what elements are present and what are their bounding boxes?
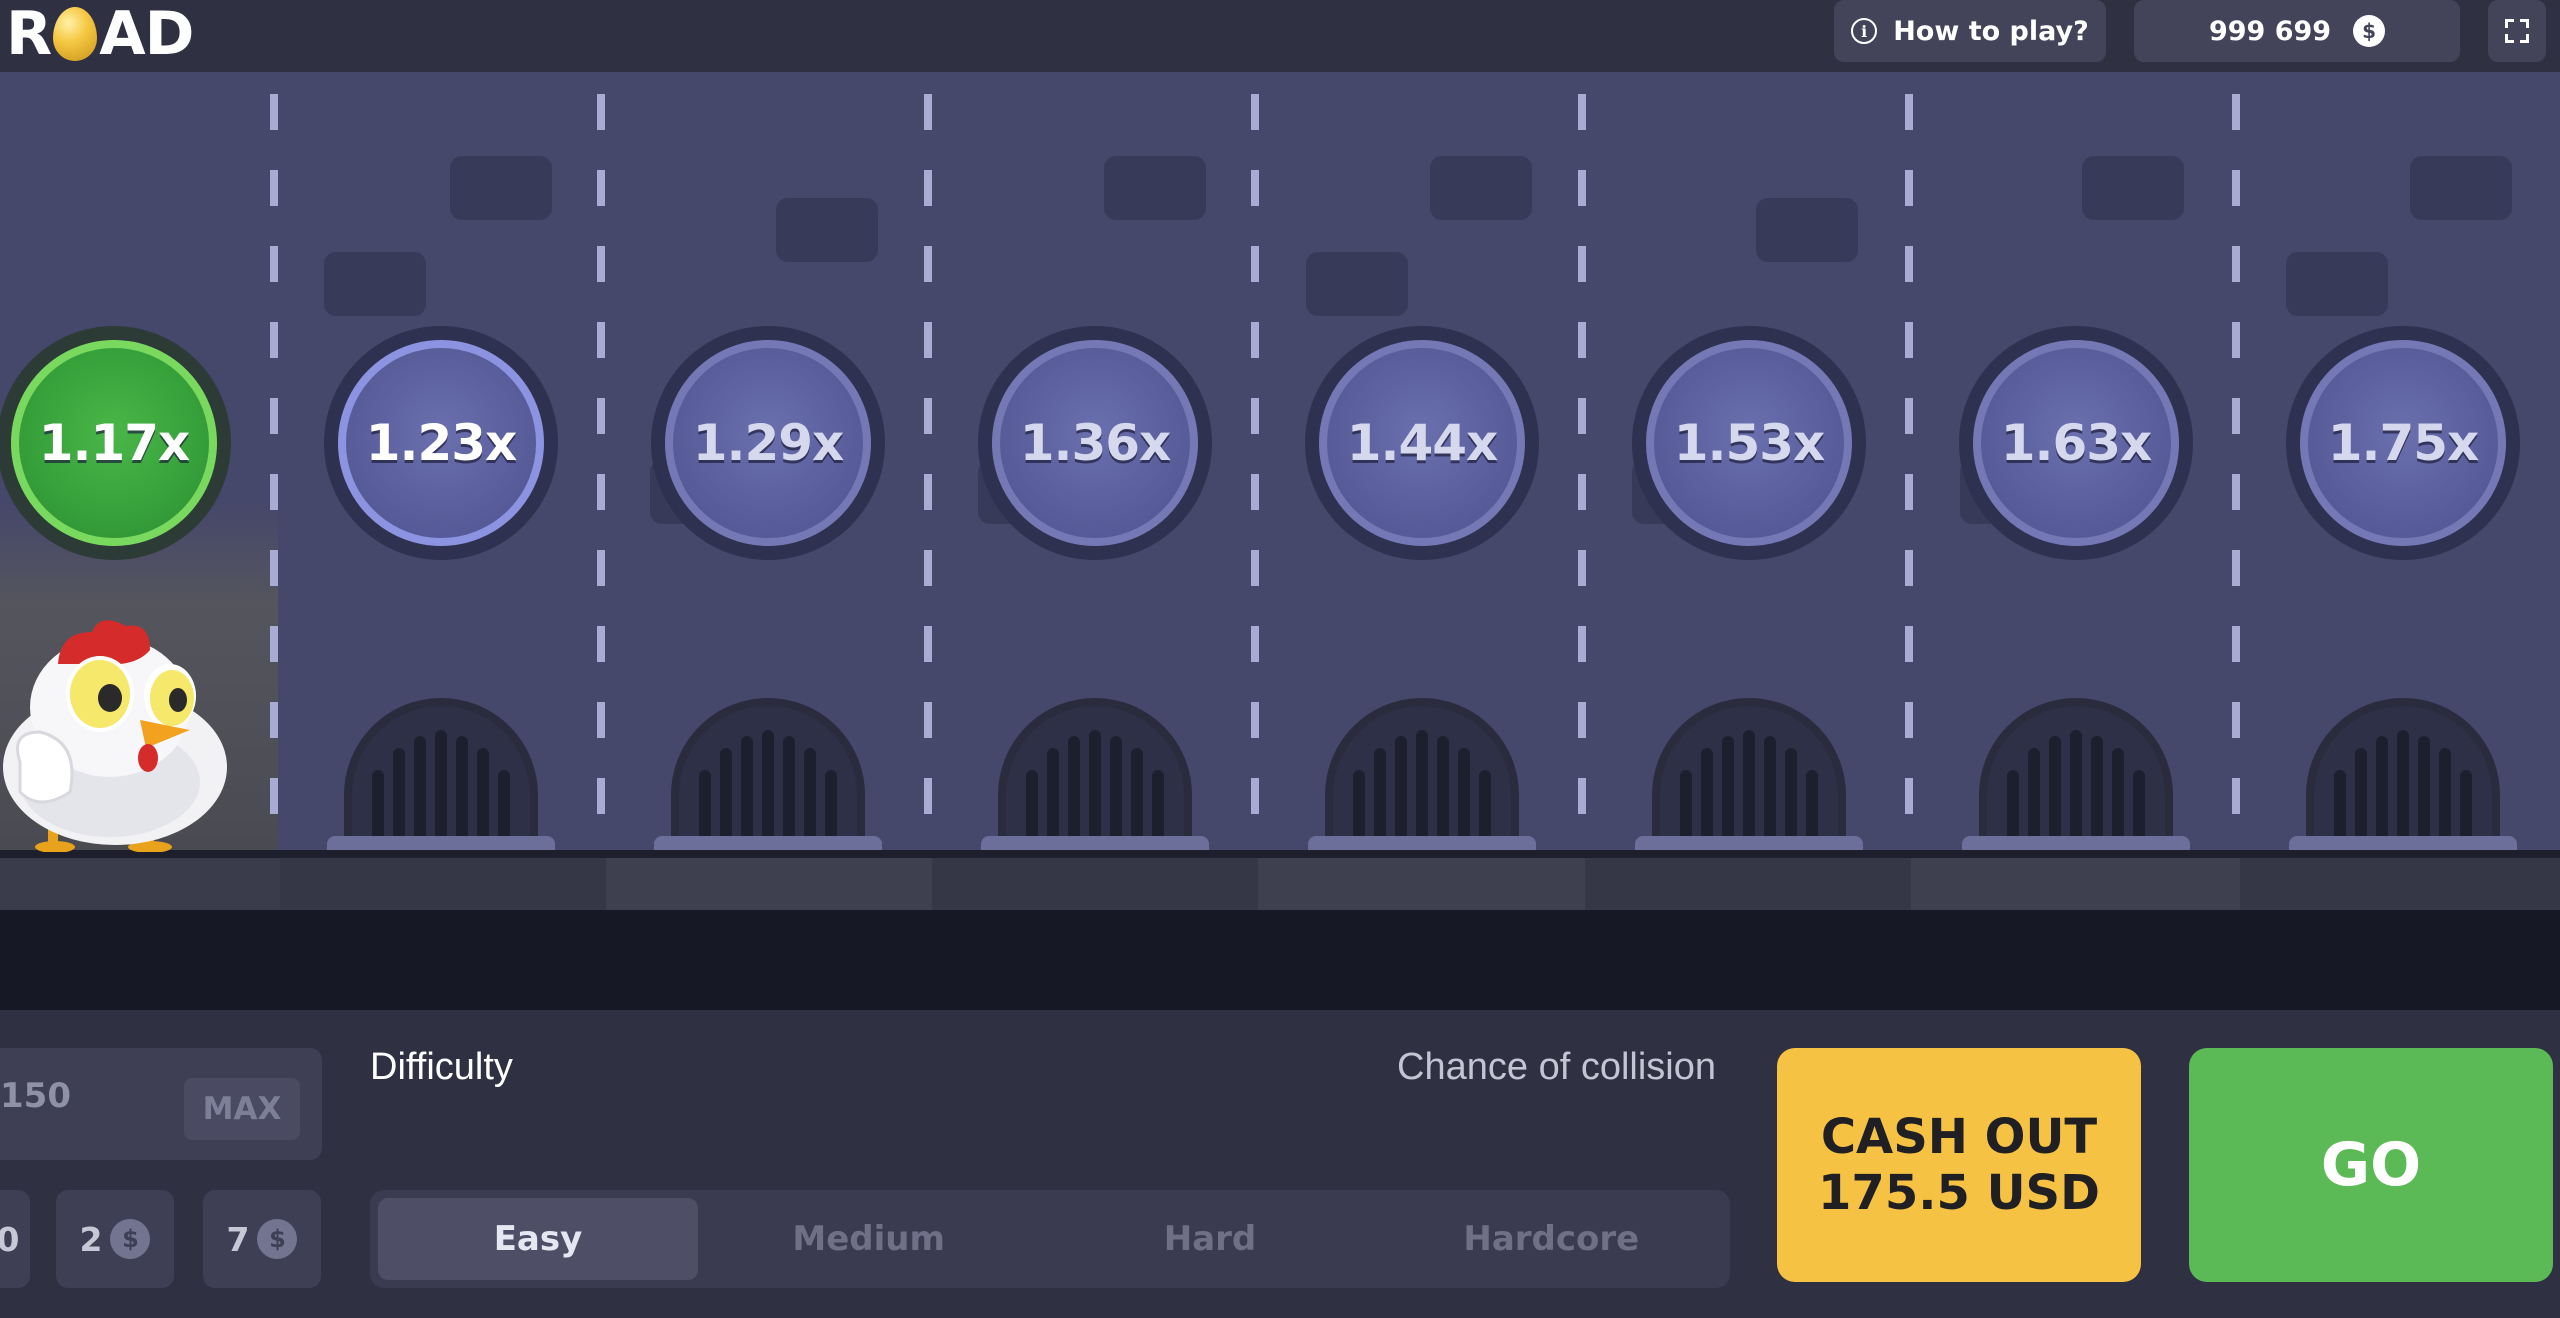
- multiplier-value: 1.44x: [1346, 414, 1499, 472]
- dollar-icon: $: [110, 1219, 151, 1259]
- golden-egg-icon: [53, 7, 98, 61]
- difficulty-label: Difficulty: [370, 1046, 513, 1088]
- multiplier-coin-face: 1.44x: [1319, 340, 1525, 546]
- multiplier-coin: 1.63x: [1959, 326, 2193, 560]
- wall-brick: [1306, 252, 1408, 316]
- sewer-grate-icon: [2306, 698, 2500, 848]
- chip-value: 7: [226, 1219, 250, 1259]
- wall-brick: [776, 198, 878, 262]
- road-curb: [0, 850, 2560, 858]
- wall-brick: [1756, 198, 1858, 262]
- sewer-grate-icon: [1652, 698, 1846, 848]
- balance-value: 999 699: [2208, 15, 2332, 47]
- sewer-base: [327, 836, 555, 850]
- sewer-base: [1962, 836, 2190, 850]
- multiplier-coin-face: 1.17x: [11, 340, 217, 546]
- multiplier-coin: 1.44x: [1305, 326, 1539, 560]
- sidewalk: [0, 858, 2560, 910]
- chip-value: 2: [79, 1219, 103, 1259]
- multiplier-value: 1.53x: [1673, 414, 1826, 472]
- logo-letters-ad: AD: [99, 0, 194, 69]
- wall-brick: [2082, 156, 2184, 220]
- chicken-character: [0, 592, 240, 853]
- sewer-base: [1308, 836, 1536, 850]
- go-button[interactable]: GO: [2189, 1048, 2553, 1282]
- sewer-base: [1635, 836, 1863, 850]
- multiplier-coin-face: 1.53x: [1646, 340, 1852, 546]
- logo-letter-r: R: [6, 0, 52, 69]
- sewer-grate-icon: [998, 698, 1192, 848]
- cash-out-label: CASH OUT: [1820, 1109, 2098, 1165]
- multiplier-value: 1.29x: [692, 414, 845, 472]
- chip-bet-7[interactable]: 7 $: [203, 1190, 321, 1288]
- sewer-grate-icon: [671, 698, 865, 848]
- wall-brick: [450, 156, 552, 220]
- lane-divider: [270, 94, 278, 854]
- lane-divider: [2232, 94, 2240, 854]
- multiplier-coin-face: 1.75x: [2300, 340, 2506, 546]
- wall-brick: [324, 252, 426, 316]
- wall-brick: [1104, 156, 1206, 220]
- how-to-play-button[interactable]: i How to play?: [1834, 0, 2106, 62]
- game-board: 1.17x 1.23x 1.29x 1.36x 1.44x 1.53x 1.63x 1.75x: [0, 72, 2560, 1010]
- wall-brick: [2286, 252, 2388, 316]
- sewer-base: [654, 836, 882, 850]
- multiplier-coin-face: 1.36x: [992, 340, 1198, 546]
- sewer-grate-icon: [1979, 698, 2173, 848]
- control-panel: 150 MAX 0 2 $ 7 $ Difficulty Chance of c…: [0, 1010, 2560, 1318]
- multiplier-coin: 1.75x: [2286, 326, 2520, 560]
- difficulty-hard[interactable]: Hard: [1039, 1198, 1380, 1280]
- multiplier-coin: 1.29x: [651, 326, 885, 560]
- multiplier-value: 1.63x: [2000, 414, 2153, 472]
- multiplier-value: 1.23x: [365, 414, 518, 472]
- cash-out-amount: 175.5 USD: [1818, 1165, 2100, 1221]
- multiplier-value: 1.75x: [2327, 414, 2480, 472]
- multiplier-coin-face: 1.63x: [1973, 340, 2179, 546]
- lane-divider: [924, 94, 932, 854]
- collision-chance-label: Chance of collision: [1397, 1046, 1716, 1088]
- bet-amount-field[interactable]: 150 MAX: [0, 1048, 322, 1160]
- chip-bet-0[interactable]: 0: [0, 1190, 30, 1288]
- max-bet-button[interactable]: MAX: [184, 1078, 300, 1140]
- multiplier-value: 1.17x: [38, 414, 191, 472]
- lane-divider: [597, 94, 605, 854]
- balance-display: 999 699 $: [2134, 0, 2460, 62]
- lane-divider: [1578, 94, 1586, 854]
- difficulty-easy[interactable]: Easy: [378, 1198, 698, 1280]
- chip-bet-2[interactable]: 2 $: [56, 1190, 174, 1288]
- dollar-icon: $: [257, 1219, 298, 1259]
- multiplier-coin-face: 1.29x: [665, 340, 871, 546]
- wall-brick: [2410, 156, 2512, 220]
- sewer-grate-icon: [344, 698, 538, 848]
- difficulty-hardcore[interactable]: Hardcore: [1381, 1198, 1722, 1280]
- sewer-base: [981, 836, 1209, 850]
- wall-brick: [1430, 156, 1532, 220]
- lane-divider: [1251, 94, 1259, 854]
- multiplier-coin: 1.36x: [978, 326, 1212, 560]
- multiplier-coin-face: 1.23x: [338, 340, 544, 546]
- multiplier-coin: 1.53x: [1632, 326, 1866, 560]
- difficulty-selector: Easy Medium Hard Hardcore: [370, 1190, 1730, 1288]
- how-to-play-label: How to play?: [1893, 15, 2089, 47]
- sewer-base: [2289, 836, 2517, 850]
- road-surface: [0, 910, 2560, 1010]
- fullscreen-icon: [2505, 19, 2529, 43]
- game-logo: R AD: [6, 0, 194, 69]
- multiplier-value: 1.36x: [1019, 414, 1172, 472]
- difficulty-medium[interactable]: Medium: [698, 1198, 1039, 1280]
- chip-value: 0: [0, 1219, 20, 1259]
- cash-out-button[interactable]: CASH OUT 175.5 USD: [1777, 1048, 2141, 1282]
- bet-amount-value[interactable]: 150: [0, 1076, 71, 1116]
- top-bar: R AD i How to play? 999 699 $: [0, 0, 2560, 72]
- dollar-coin-icon: $: [2353, 15, 2386, 47]
- multiplier-coin[interactable]: 1.23x: [324, 326, 558, 560]
- info-icon: i: [1851, 18, 1878, 44]
- sewer-grate-icon: [1325, 698, 1519, 848]
- lane-divider: [1905, 94, 1913, 854]
- multiplier-coin: 1.17x: [0, 326, 231, 560]
- fullscreen-button[interactable]: [2488, 0, 2546, 62]
